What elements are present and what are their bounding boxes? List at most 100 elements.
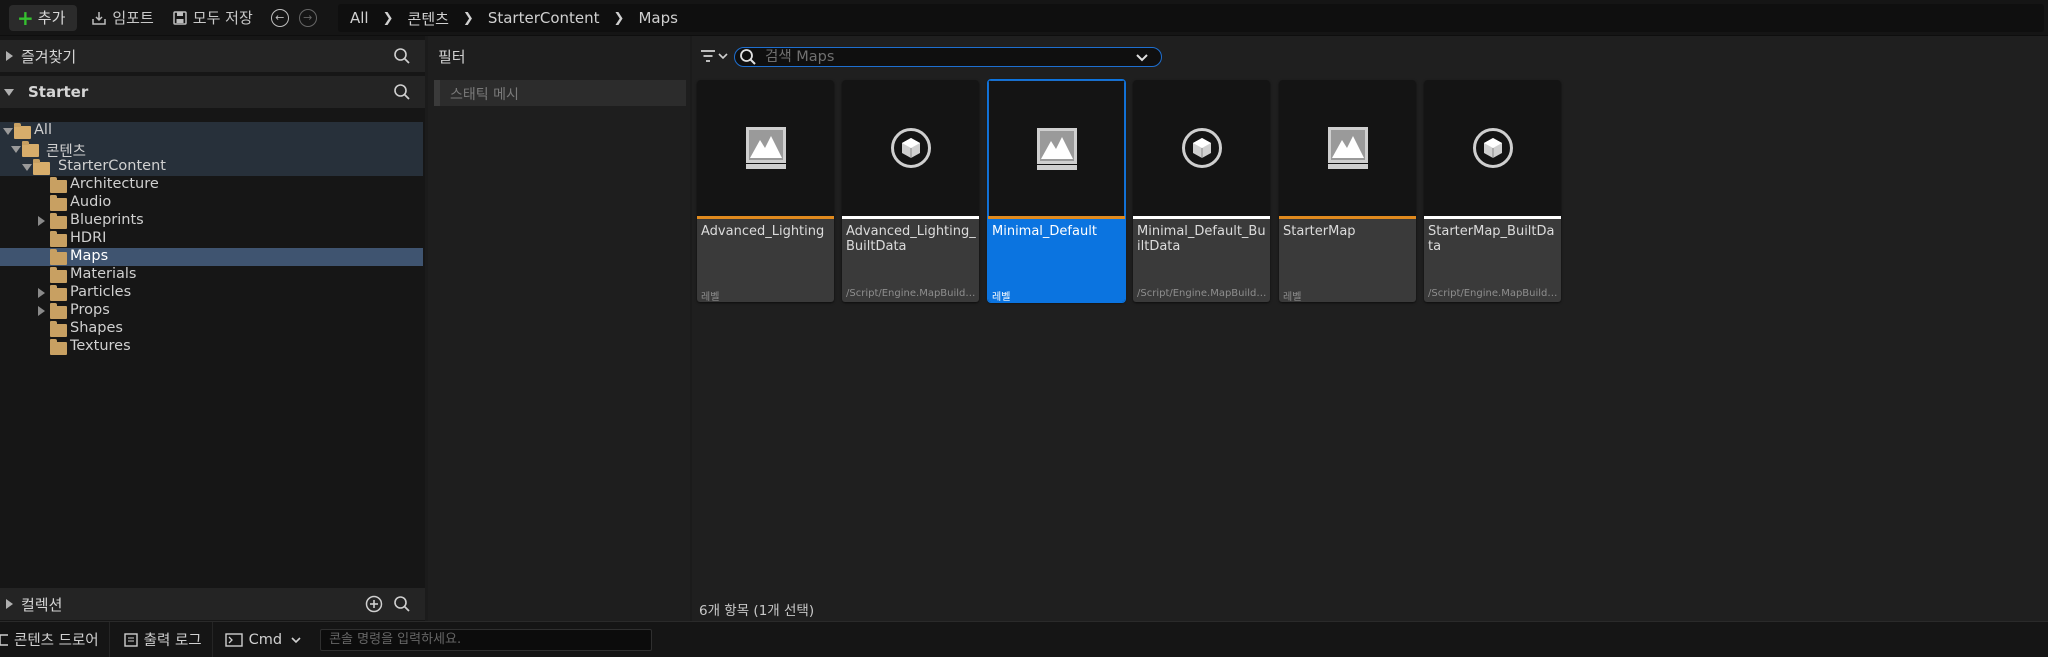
breadcrumb-item[interactable]: Maps (638, 9, 677, 27)
asset-type-color-bar (1279, 216, 1416, 219)
expand-arrow-icon[interactable] (38, 306, 45, 316)
tree-item-content[interactable]: 콘텐츠 (0, 140, 423, 160)
breadcrumb-item[interactable]: 콘텐츠 (408, 8, 449, 29)
tree-item-startercontent[interactable]: StarterContent (0, 158, 423, 176)
folder-open-icon (14, 123, 31, 139)
tree-item-label: HDRI (70, 230, 107, 246)
output-log-icon (123, 632, 138, 647)
asset-type: 레벨 (701, 292, 720, 302)
forward-arrow-icon[interactable]: → (298, 8, 317, 27)
cmd-label: Cmd (248, 631, 283, 648)
asset-name: Minimal_Default (992, 224, 1097, 239)
folder-icon (50, 177, 67, 193)
chevron-right-icon[interactable]: ❯ (463, 11, 474, 26)
expand-arrow-icon[interactable] (6, 599, 13, 609)
search-icon (740, 49, 756, 65)
item-count-status: 6개 항목 (1개 선택) (699, 603, 815, 619)
add-button-label: 추가 (37, 9, 66, 27)
tree-item-materials[interactable]: Materials (0, 266, 423, 284)
tree-item-all[interactable]: All (0, 122, 423, 140)
save-all-button-label: 모두 저장 (192, 9, 253, 27)
add-collection-icon[interactable] (365, 595, 383, 613)
chevron-down-icon[interactable] (1135, 53, 1149, 63)
tree-item-label: Textures (70, 338, 131, 354)
folder-open-icon (22, 141, 39, 157)
tree-item-label: All (34, 122, 52, 138)
add-button[interactable]: + 추가 (9, 4, 78, 31)
asset-tile-minimal-default[interactable]: Minimal_Default 레벨 (987, 79, 1126, 303)
starter-header[interactable]: Starter (0, 76, 425, 108)
breadcrumb-item[interactable]: All (350, 9, 369, 27)
tree-item-particles[interactable]: Particles (0, 284, 423, 302)
collections-header[interactable]: 컬렉션 (0, 588, 425, 620)
tree-item-props[interactable]: Props (0, 302, 423, 320)
search-icon[interactable] (393, 47, 411, 65)
asset-type-color-bar (1133, 216, 1270, 219)
tree-item-hdri[interactable]: HDRI (0, 230, 423, 248)
console-input-field[interactable] (320, 628, 653, 651)
asset-tile-startermap-builtdata[interactable]: StarterMap_BuiltData /Script/Engine.MapB… (1424, 80, 1561, 302)
folder-open-icon (33, 159, 50, 175)
asset-type: 레벨 (992, 292, 1011, 302)
tree-item-blueprints[interactable]: Blueprints (0, 212, 423, 230)
asset-type: /Script/Engine.MapBuildDataRegistry (1137, 288, 1269, 299)
asset-type: 레벨 (1283, 292, 1302, 302)
tree-item-label: Blueprints (70, 212, 144, 228)
tree-item-label: Architecture (70, 176, 159, 192)
save-all-button[interactable]: 모두 저장 (166, 5, 259, 31)
tree-item-label: Maps (70, 248, 109, 264)
chevron-down-icon (291, 636, 301, 643)
asset-thumbnail (1133, 80, 1270, 216)
asset-name: Advanced_Lighting (701, 224, 825, 239)
import-button-label: 임포트 (112, 9, 154, 27)
asset-tile-advanced-lighting[interactable]: Advanced_Lighting 레벨 (697, 80, 834, 302)
chevron-right-icon[interactable]: ❯ (383, 11, 394, 26)
asset-tile-minimal-default-builtdata[interactable]: Minimal_Default_BuiltData /Script/Engine… (1133, 80, 1270, 302)
toolbar: + 추가 임포트 모두 저장 ← → All ❯ 콘텐츠 ❯ StarterCo… (0, 0, 2048, 36)
starter-label: Starter (28, 83, 89, 101)
search-icon[interactable] (393, 595, 411, 613)
console-input[interactable] (329, 632, 630, 647)
import-button[interactable]: 임포트 (85, 5, 159, 31)
asset-type-color-bar (1424, 216, 1561, 219)
chevron-right-icon[interactable]: ❯ (614, 11, 625, 26)
folder-icon (50, 213, 67, 229)
filter-item-static-mesh[interactable]: 스태틱 메시 (434, 80, 686, 106)
filter-panel: 필터 스태틱 메시 (428, 36, 690, 621)
collapse-arrow-icon[interactable] (11, 146, 21, 153)
search-field[interactable] (734, 47, 1162, 67)
collapse-arrow-icon[interactable] (4, 88, 14, 96)
content-drawer-button[interactable]: 콘텐츠 드로어 (0, 621, 110, 657)
asset-thumbnail (988, 80, 1125, 216)
asset-tile-advanced-lighting-builtdata[interactable]: Advanced_Lighting_BuiltData /Script/Engi… (842, 80, 979, 302)
tree-item-architecture[interactable]: Architecture (0, 176, 423, 194)
sources-panel: 즐겨찾기 Starter All 콘텐츠 StarterContent Arch… (0, 36, 425, 621)
tree-item-maps[interactable]: Maps (0, 248, 423, 266)
status-bar: 콘텐츠 드로어 출력 로그 Cmd (0, 621, 2048, 657)
collapse-arrow-icon[interactable] (22, 164, 32, 171)
tree-item-label: Shapes (70, 320, 123, 336)
expand-arrow-icon[interactable] (38, 288, 45, 298)
output-log-button[interactable]: 출력 로그 (110, 621, 213, 657)
folder-icon (50, 267, 67, 283)
expand-arrow-icon[interactable] (38, 216, 45, 226)
filter-item-label: 스태틱 메시 (450, 87, 519, 103)
search-icon[interactable] (393, 83, 411, 101)
breadcrumb-item[interactable]: StarterContent (488, 9, 600, 27)
tree-item-textures[interactable]: Textures (0, 338, 423, 356)
expand-arrow-icon[interactable] (6, 51, 13, 61)
back-arrow-icon[interactable]: ← (270, 8, 289, 27)
save-icon (172, 10, 188, 26)
collapse-arrow-icon[interactable] (3, 128, 13, 135)
cmd-dropdown[interactable]: Cmd (213, 622, 312, 657)
asset-tile-startermap[interactable]: StarterMap 레벨 (1279, 80, 1416, 302)
tree-item-shapes[interactable]: Shapes (0, 320, 423, 338)
filter-dropdown-button[interactable] (700, 46, 730, 66)
folder-icon (50, 285, 67, 301)
asset-name: StarterMap (1283, 224, 1356, 239)
content-drawer-label: 콘텐츠 드로어 (14, 633, 99, 649)
search-input[interactable] (765, 49, 1125, 65)
built-data-cube-icon (1181, 128, 1222, 168)
favorites-header[interactable]: 즐겨찾기 (0, 40, 425, 72)
tree-item-audio[interactable]: Audio (0, 194, 423, 212)
